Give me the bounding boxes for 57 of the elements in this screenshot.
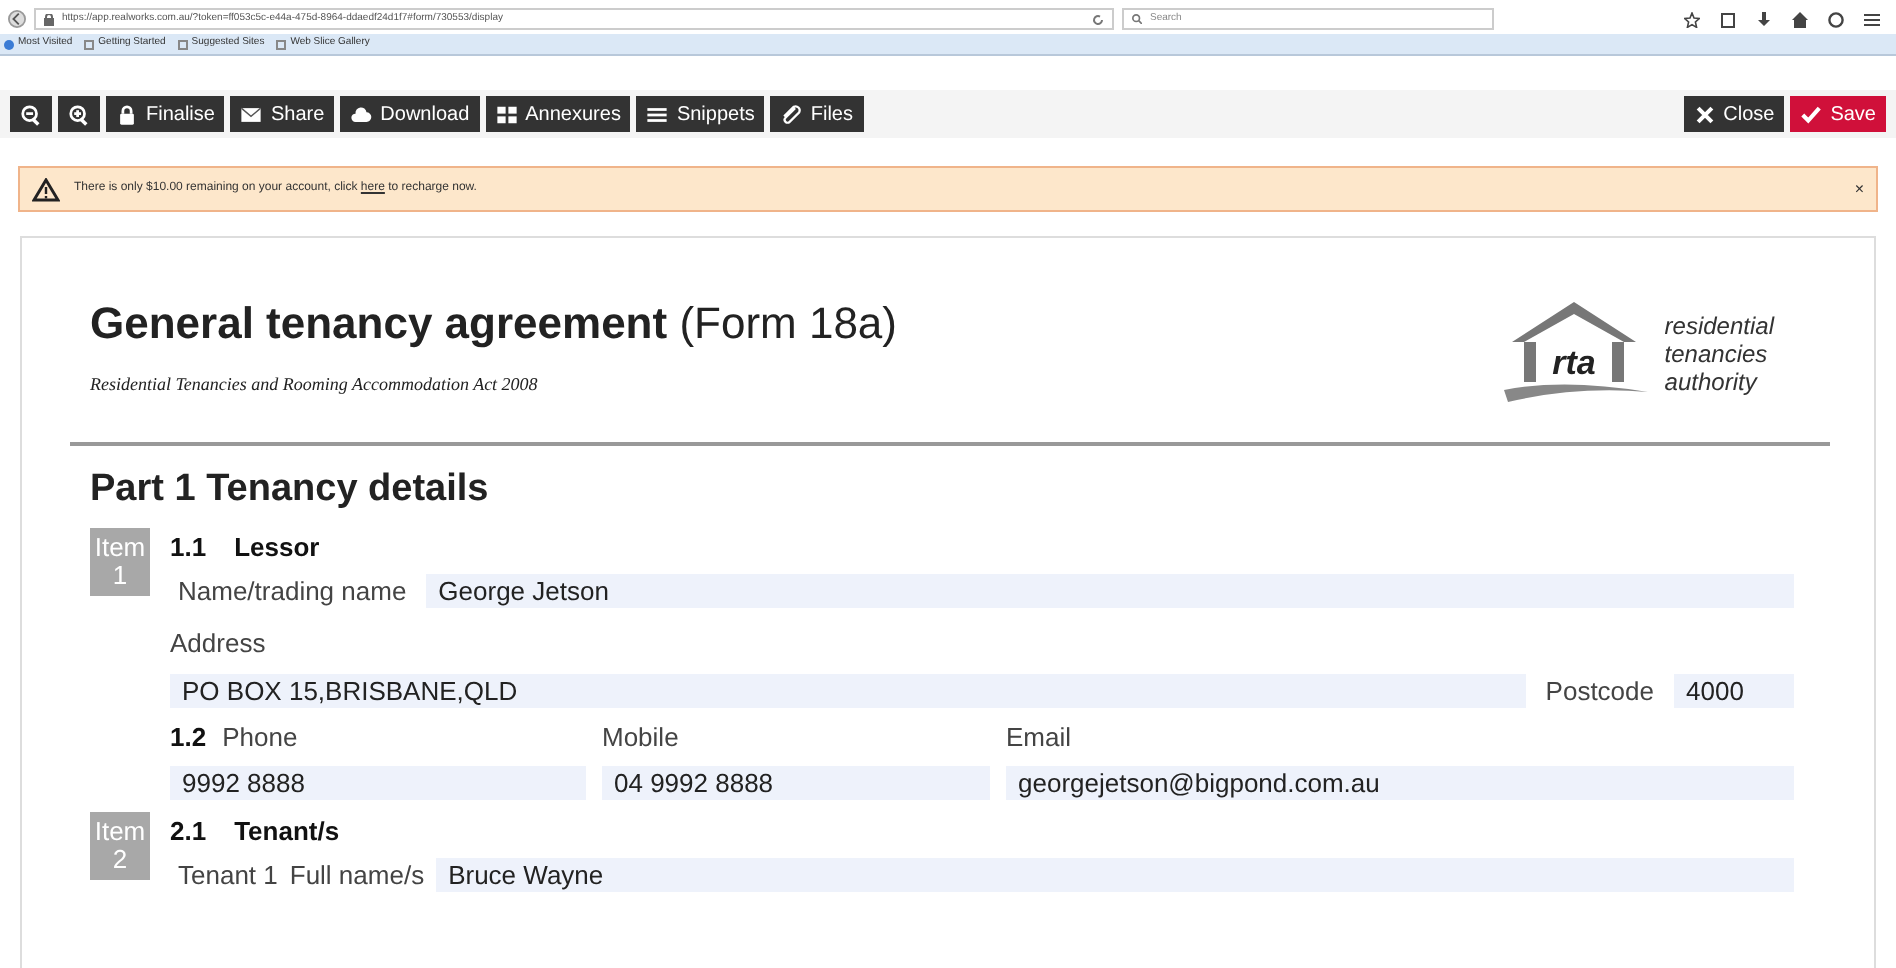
section-number: 1.2 [170, 720, 207, 756]
zoom-out-button[interactable] [10, 96, 52, 132]
lock-icon [116, 103, 138, 125]
warning-icon [32, 177, 60, 201]
search-icon [1132, 14, 1142, 24]
section-heading: Lessor [234, 529, 320, 565]
close-button[interactable]: × [1854, 177, 1864, 201]
cloud-icon [350, 103, 373, 125]
input-field[interactable]: georgejetson@bigpond.com.au [1006, 765, 1794, 799]
toolbar-button[interactable]: Close [1683, 96, 1785, 132]
grid-icon [495, 103, 518, 125]
field-label: Name/trading name [178, 574, 407, 610]
toolbar-button[interactable]: Download [340, 96, 480, 132]
star-icon[interactable] [1684, 11, 1700, 27]
field-label: Email [1006, 720, 1074, 756]
input-field[interactable]: PO BOX 15,BRISBANE,QLD [170, 673, 1526, 708]
field-label: Address [170, 627, 266, 657]
reload-icon[interactable] [1092, 13, 1104, 25]
input-field[interactable]: Bruce Wayne [436, 858, 1794, 893]
lock-icon [44, 13, 54, 25]
input-field[interactable]: George Jetson [426, 574, 1794, 609]
logo-wordmark: residential tenancies authority [1664, 312, 1774, 396]
input-field[interactable]: 9992 8888 [170, 765, 586, 799]
field-label: Mobile [602, 720, 681, 756]
toolbar-button[interactable]: Files [770, 96, 863, 132]
home-icon[interactable] [1792, 11, 1808, 27]
field-label: Tenant 1 [178, 858, 278, 894]
mail-icon [240, 103, 263, 125]
section-number: 1.1 [170, 529, 207, 565]
toolbar-button[interactable]: Annexures [485, 96, 631, 132]
item-badge: Item 1 [90, 527, 150, 595]
part-heading: Part 1 Tenancy details [90, 466, 491, 514]
input-field[interactable]: 04 9992 8888 [602, 765, 990, 799]
act-subtitle: Residential Tenancies and Rooming Accommodation Act 2008 [90, 372, 540, 398]
toolbar-button[interactable]: Finalise [106, 96, 225, 132]
field-label: Postcode [1545, 673, 1654, 709]
toolbar-button[interactable]: Save [1790, 96, 1886, 132]
menu-icon[interactable] [1864, 11, 1880, 27]
close-icon [1693, 103, 1716, 125]
field-label: Phone [222, 720, 298, 756]
download-icon[interactable] [1756, 11, 1772, 27]
back-icon[interactable] [8, 10, 26, 28]
input-field[interactable]: 4000 [1674, 673, 1794, 708]
paperclip-icon [780, 103, 803, 125]
zoom-in-button[interactable] [58, 96, 100, 132]
check-icon [1800, 103, 1823, 125]
section-heading: Tenant/s [234, 813, 340, 849]
zoom-in-icon [68, 103, 90, 125]
zoom-out-icon [20, 103, 42, 125]
list-icon [646, 103, 669, 125]
toolbar-button[interactable]: Snippets [636, 96, 765, 132]
section-number: 2.1 [170, 813, 207, 849]
item-badge: Item 2 [90, 811, 150, 879]
document-title: General tenancy agreement (Form 18a) [90, 296, 897, 352]
rta-logo-drawing: rta [1496, 294, 1653, 414]
field-label: Full name/s [289, 858, 425, 894]
toolbar-button[interactable]: Share [230, 96, 335, 132]
